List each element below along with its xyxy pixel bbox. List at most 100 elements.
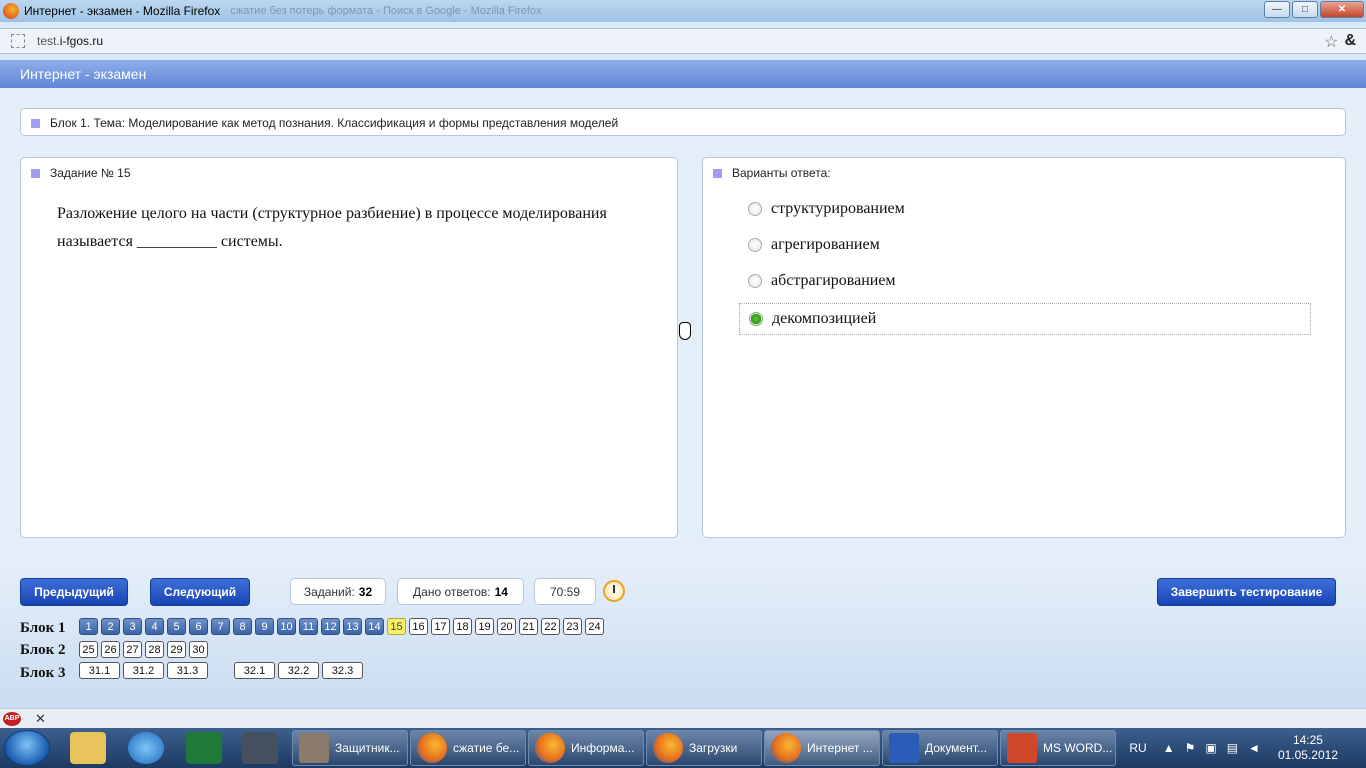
answer-text: структурированием: [771, 200, 905, 217]
answer-text: декомпозицией: [772, 310, 877, 327]
bullet-square-icon: [31, 169, 40, 179]
question-nav-32-1[interactable]: 32.1: [234, 662, 275, 679]
question-nav-24[interactable]: 24: [585, 618, 604, 635]
question-nav-9[interactable]: 9: [255, 618, 274, 635]
addon-bar: ABP ✕: [0, 708, 1366, 728]
taskbar-item-downloads[interactable]: Загрузки: [646, 730, 762, 766]
question-nav-27[interactable]: 27: [123, 641, 142, 658]
firefox-icon: [3, 3, 19, 19]
question-nav-12[interactable]: 12: [321, 618, 340, 635]
question-nav-1[interactable]: 1: [79, 618, 98, 635]
answers-panel: Варианты ответа: структурированием агрег…: [702, 157, 1346, 538]
start-button[interactable]: [4, 730, 50, 766]
timer-box: 70:59: [534, 578, 596, 605]
question-nav-23[interactable]: 23: [563, 618, 582, 635]
question-nav-14[interactable]: 14: [365, 618, 384, 635]
answer-option[interactable]: абстрагированием: [739, 265, 1311, 297]
flag-icon[interactable]: ⚑: [1185, 741, 1196, 755]
finish-test-button[interactable]: Завершить тестирование: [1157, 578, 1336, 606]
question-nav-28[interactable]: 28: [145, 641, 164, 658]
network-icon[interactable]: ▤: [1227, 741, 1238, 755]
close-addon-bar-icon[interactable]: ✕: [35, 711, 46, 727]
question-nav-25[interactable]: 25: [79, 641, 98, 658]
hand-cursor-icon: [679, 322, 691, 340]
question-nav-31-2[interactable]: 31.2: [123, 662, 164, 679]
taskbar-item-firefox-search[interactable]: сжатие бе...: [410, 730, 526, 766]
question-nav-32-2[interactable]: 32.2: [278, 662, 319, 679]
answer-option[interactable]: структурированием: [739, 193, 1311, 225]
answer-option-selected[interactable]: декомпозицией: [739, 303, 1311, 335]
address-bar[interactable]: test.i-fgos.ru ☆ &: [0, 28, 1366, 54]
question-nav-6[interactable]: 6: [189, 618, 208, 635]
maximize-button[interactable]: □: [1292, 1, 1318, 18]
system-clock[interactable]: 14:25 01.05.2012: [1278, 733, 1338, 763]
ie-pinned-icon[interactable]: [128, 732, 164, 764]
taskbar-item-word-document[interactable]: Документ...: [882, 730, 998, 766]
firefox-icon: [535, 733, 565, 763]
close-button[interactable]: ✕: [1320, 1, 1364, 18]
question-nav-8[interactable]: 8: [233, 618, 252, 635]
taskbar-item-defender[interactable]: Защитник...: [292, 730, 408, 766]
question-nav-30[interactable]: 30: [189, 641, 208, 658]
radio-button[interactable]: [748, 238, 762, 252]
question-nav-26[interactable]: 26: [101, 641, 120, 658]
question-nav-11[interactable]: 11: [299, 618, 318, 635]
question-nav-16[interactable]: 16: [409, 618, 428, 635]
question-nav-31-3[interactable]: 31.3: [167, 662, 208, 679]
next-button[interactable]: Следующий: [150, 578, 250, 606]
question-nav-22[interactable]: 22: [541, 618, 560, 635]
taskbar-item-firefox-info[interactable]: Информа...: [528, 730, 644, 766]
address-bar-actions: ☆ &: [1324, 32, 1356, 52]
question-nav-20[interactable]: 20: [497, 618, 516, 635]
block-1-questions: 1 2 3 4 5 6 7 8 9 10 11 12 13 14 15 16 17 18 19 20 21 22 23 24: [79, 618, 604, 635]
radio-button-checked[interactable]: [749, 312, 763, 326]
url-text[interactable]: test.i-fgos.ru: [37, 34, 103, 48]
radio-button[interactable]: [748, 274, 762, 288]
previous-button[interactable]: Предыдущий: [20, 578, 128, 606]
bookmark-star-icon[interactable]: ☆: [1324, 32, 1338, 52]
powerpoint-icon: [1007, 733, 1037, 763]
question-nav-17[interactable]: 17: [431, 618, 450, 635]
site-identity-icon[interactable]: [11, 34, 25, 48]
question-nav-19[interactable]: 19: [475, 618, 494, 635]
volume-muted-icon[interactable]: ◄: [1248, 741, 1260, 755]
explorer-pinned-icon[interactable]: [70, 732, 106, 764]
addon-ampersand-icon[interactable]: &: [1344, 32, 1356, 52]
question-nav-29[interactable]: 29: [167, 641, 186, 658]
taskbar-item-exam[interactable]: Интернет ...: [764, 730, 880, 766]
usb-device-icon[interactable]: ▣: [1205, 741, 1216, 755]
question-nav-5[interactable]: 5: [167, 618, 186, 635]
m-app-pinned-icon[interactable]: [242, 732, 278, 764]
question-nav-31-1[interactable]: 31.1: [79, 662, 120, 679]
block-2-questions: 25 26 27 28 29 30: [79, 641, 208, 658]
firefox-icon: [771, 733, 801, 763]
question-nav-18[interactable]: 18: [453, 618, 472, 635]
question-nav-7[interactable]: 7: [211, 618, 230, 635]
bullet-square-icon: [31, 119, 40, 129]
minimize-button[interactable]: —: [1264, 1, 1290, 18]
question-nav-10[interactable]: 10: [277, 618, 296, 635]
answer-option[interactable]: агрегированием: [739, 229, 1311, 261]
answered-count-box: Дано ответов: 14: [397, 578, 524, 605]
show-hidden-icons-icon[interactable]: ▲: [1163, 741, 1175, 755]
task-panel: Задание № 15 Разложение целого на части …: [20, 157, 678, 538]
question-nav-32-3[interactable]: 32.3: [322, 662, 363, 679]
firefox-icon: [653, 733, 683, 763]
question-nav-13[interactable]: 13: [343, 618, 362, 635]
question-nav-4[interactable]: 4: [145, 618, 164, 635]
taskbar-item-powerpoint[interactable]: MS WORD...: [1000, 730, 1116, 766]
question-nav-15[interactable]: 15: [387, 618, 406, 635]
question-nav-3[interactable]: 3: [123, 618, 142, 635]
excel-pinned-icon[interactable]: [186, 732, 222, 764]
wall-icon: [299, 733, 329, 763]
radio-button[interactable]: [748, 202, 762, 216]
block-3-label: Блок 3: [20, 665, 66, 681]
bullet-square-icon: [713, 169, 722, 179]
language-indicator[interactable]: RU: [1129, 741, 1146, 755]
question-nav-2[interactable]: 2: [101, 618, 120, 635]
answered-count-value: 14: [494, 584, 508, 599]
timer-value: 70:59: [549, 584, 581, 599]
block-3-questions: 31.1 31.2 31.3 32.1 32.2 32.3: [79, 662, 363, 679]
question-nav-21[interactable]: 21: [519, 618, 538, 635]
adblock-icon[interactable]: ABP: [3, 711, 21, 726]
